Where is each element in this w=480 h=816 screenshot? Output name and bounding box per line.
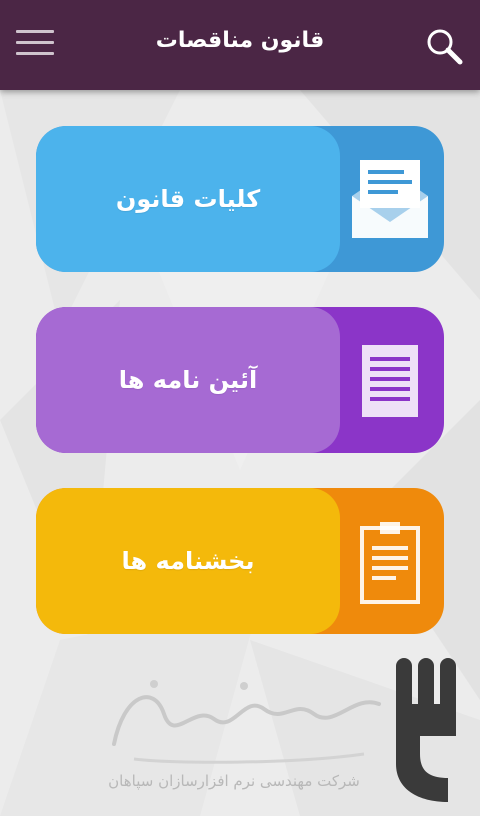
card-regulations[interactable]: آئین نامه ها (36, 307, 444, 453)
clipboard-icon (360, 522, 420, 604)
card-face: آئین نامه ها (36, 307, 340, 453)
card-circulars[interactable]: بخشنامه ها (36, 488, 444, 634)
cafebazaar-logo (396, 658, 456, 802)
document-icon (362, 345, 418, 417)
search-icon[interactable] (424, 26, 464, 66)
card-general-law[interactable]: کلیات قانون (36, 126, 444, 272)
page-title: قانون مناقصات (155, 28, 325, 53)
company-watermark-text: شرکت مهندسی نرم افزارسازان سپاهان (108, 772, 360, 790)
card-label: کلیات قانون (115, 185, 261, 213)
card-label: آئین نامه ها (118, 366, 258, 394)
card-label: بخشنامه ها (121, 547, 255, 575)
card-face: کلیات قانون (36, 126, 340, 272)
card-face: بخشنامه ها (36, 488, 340, 634)
app-bar: قانون مناقصات (0, 0, 480, 90)
envelope-icon (352, 160, 428, 238)
company-logo-watermark (112, 680, 381, 764)
